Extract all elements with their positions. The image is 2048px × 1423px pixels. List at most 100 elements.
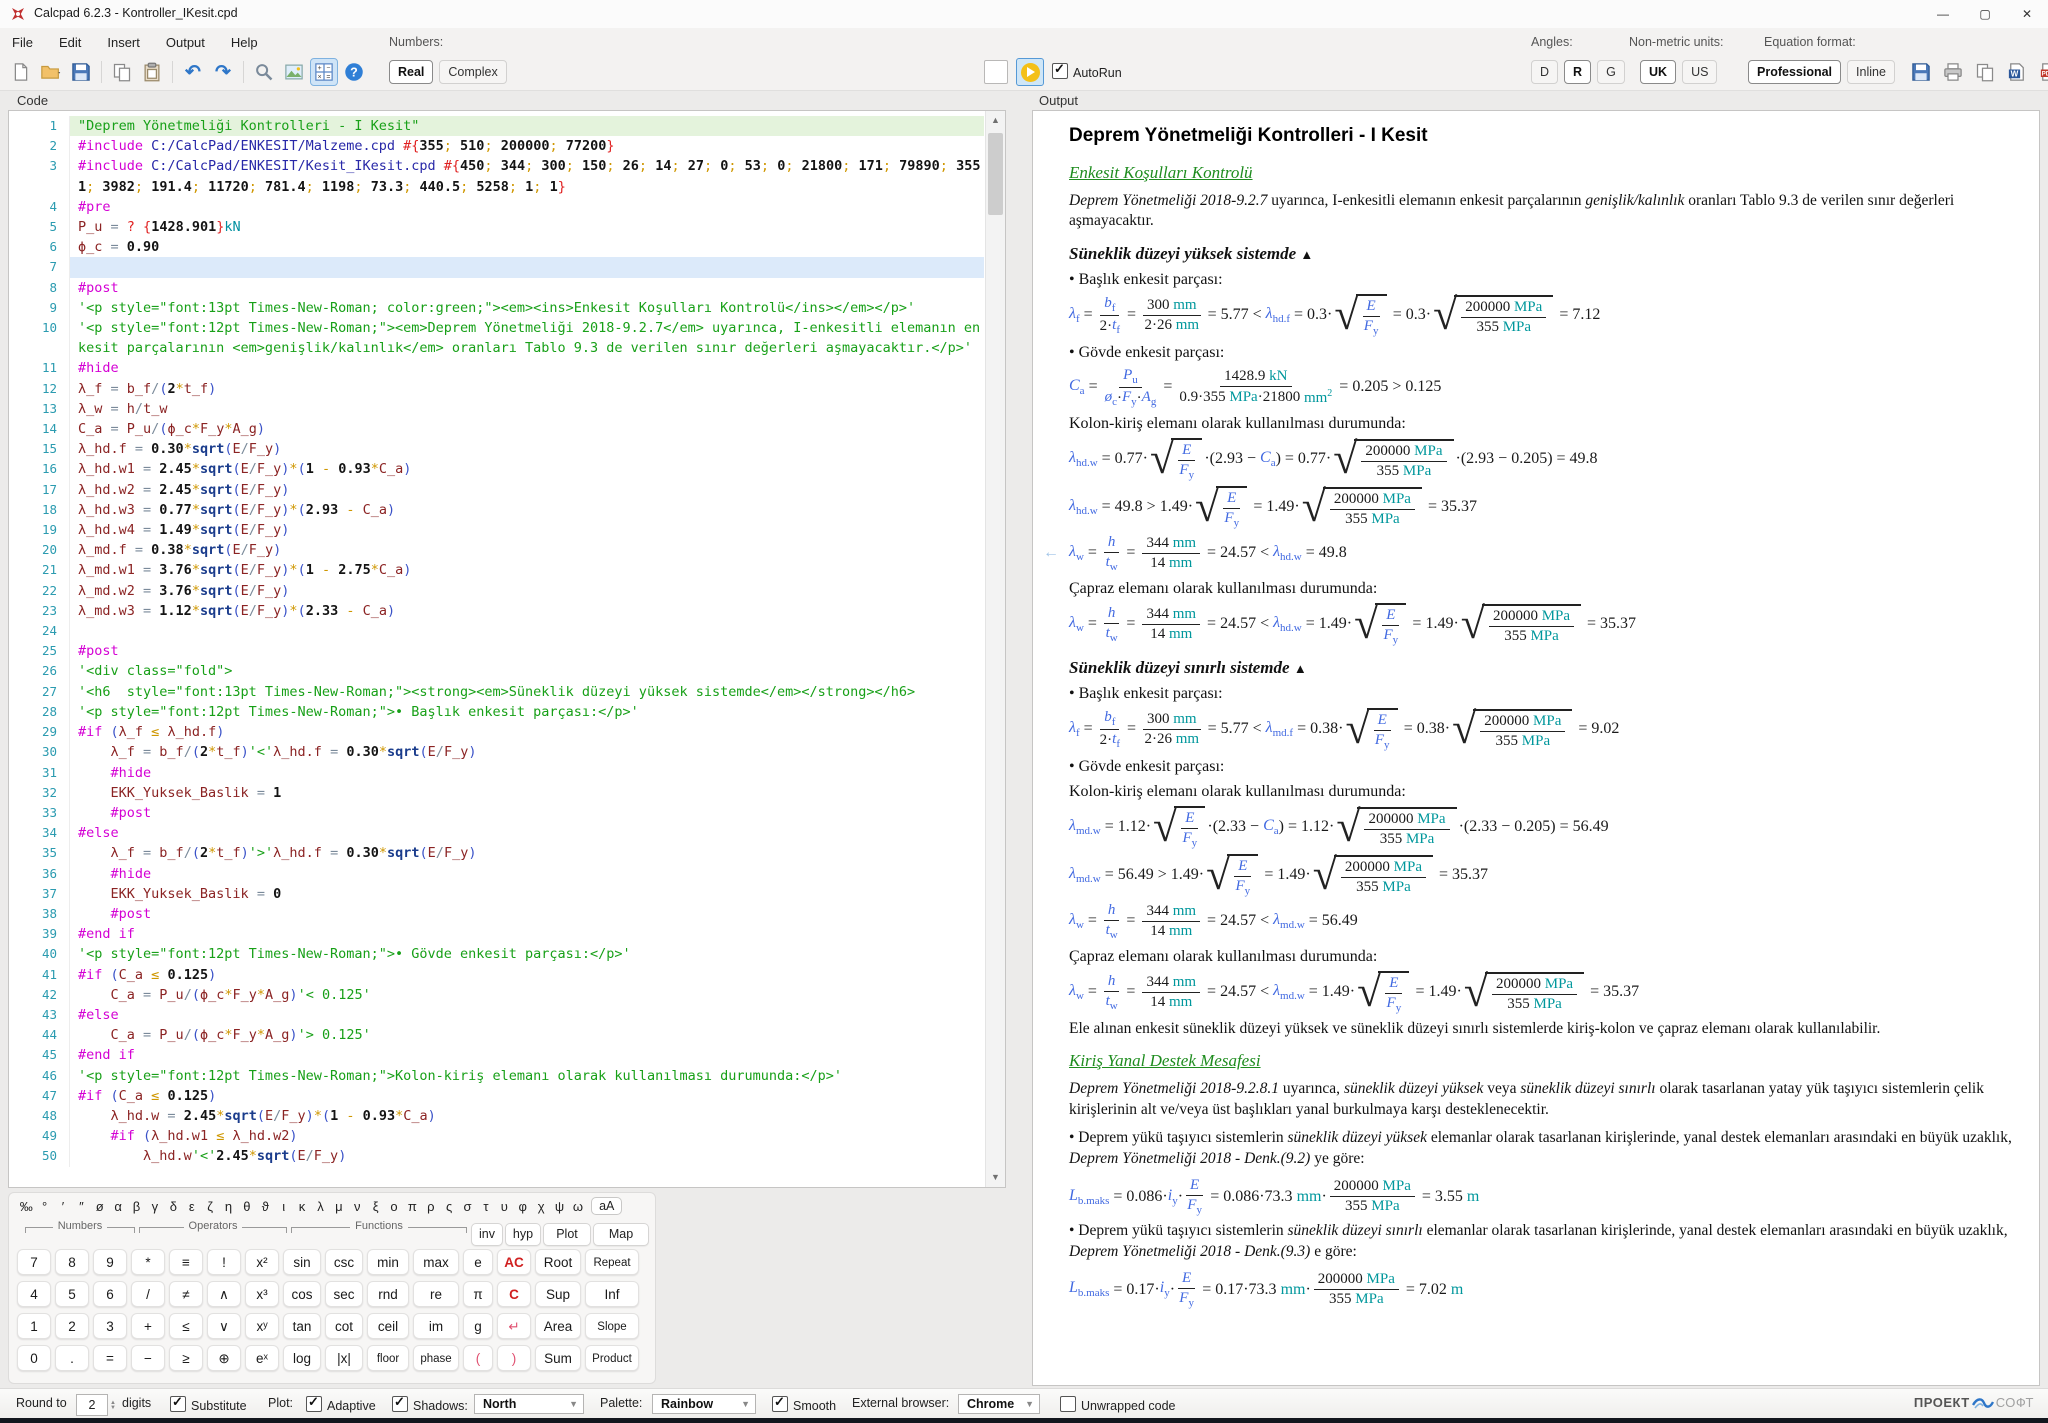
scroll-up-icon[interactable]: ▲ [986,111,1005,130]
export-word-icon[interactable]: W [2004,59,2030,85]
key-)[interactable]: ) [497,1345,531,1371]
key-|x|[interactable]: |x| [325,1345,363,1371]
code-line[interactable]: 16λ_hd.w1 = 2.45*sqrt(E/F_y)*(1 - 0.93*C… [9,459,984,479]
code-line[interactable]: 35 λ_f = b_f/(2*t_f)'>'λ_hd.f = 0.30*sqr… [9,843,984,863]
key-Area[interactable]: Area [535,1313,581,1339]
key-im[interactable]: im [413,1313,459,1339]
code-line[interactable]: 37 EKK_Yuksek_Baslik = 0 [9,884,984,904]
palette-dropdown[interactable]: Rainbow▼ [652,1394,756,1414]
editor-scrollbar[interactable]: ▲ ▼ [985,111,1005,1187]
undo-icon[interactable]: ↶ [180,59,206,85]
key-Product[interactable]: Product [585,1345,639,1371]
greek-key[interactable]: ζ [201,1199,219,1214]
code-line[interactable]: 34#else [9,823,984,843]
key-sec[interactable]: sec [325,1281,363,1307]
code-line[interactable]: 8#post [9,278,984,298]
greek-key[interactable]: ° [35,1199,53,1214]
key-=[interactable]: = [93,1345,127,1371]
help-icon[interactable]: ? [341,59,367,85]
complex-toggle[interactable]: Complex [439,60,506,84]
code-line[interactable]: 31 #hide [9,763,984,783]
new-file-icon[interactable] [8,59,34,85]
key-cot[interactable]: cot [325,1313,363,1339]
key-0[interactable]: 0 [17,1345,51,1371]
code-line[interactable]: 38 #post [9,904,984,924]
code-line[interactable]: 29#if (λ_f ≤ λ_hd.f) [9,722,984,742]
greek-key[interactable]: ν [348,1199,366,1214]
key-ceil[interactable]: ceil [367,1313,409,1339]
key-↵[interactable]: ↵ [497,1313,531,1339]
key-inv[interactable]: inv [471,1223,503,1246]
menu-insert[interactable]: Insert [107,35,140,50]
export-pdf-icon[interactable]: PDF [2036,59,2048,85]
close-button[interactable]: ✕ [2006,0,2048,28]
adaptive-checkbox[interactable]: Adaptive [306,1396,376,1413]
code-line[interactable]: 44 C_a = P_u/(ϕ_c*F_y*A_g)'> 0.125' [9,1025,984,1045]
real-toggle[interactable]: Real [389,60,433,84]
code-line[interactable]: 32 EKK_Yuksek_Baslik = 1 [9,783,984,803]
code-line[interactable]: 13λ_w = h/t_w [9,399,984,419]
spinner-arrows-icon[interactable]: ▲▼ [110,1401,116,1411]
code-line[interactable]: 46'<p style="font:12pt Times-New-Roman;"… [9,1066,984,1086]
greek-key[interactable]: φ [514,1199,532,1214]
key-cos[interactable]: cos [283,1281,321,1307]
code-line[interactable]: 43#else [9,1005,984,1025]
angle-r[interactable]: R [1564,60,1591,84]
code-line[interactable]: 4#pre [9,197,984,217]
key-≡[interactable]: ≡ [169,1249,203,1275]
substitute-checkbox[interactable]: Substitute [170,1396,247,1413]
code-line[interactable]: 6ϕ_c = 0.90 [9,237,984,257]
key-2[interactable]: 2 [55,1313,89,1339]
key-≥[interactable]: ≥ [169,1345,203,1371]
key-Sup[interactable]: Sup [535,1281,581,1307]
greek-key[interactable]: η [219,1199,237,1214]
greek-key[interactable]: υ [495,1199,513,1214]
key-5[interactable]: 5 [55,1281,89,1307]
key-([interactable]: ( [463,1345,493,1371]
key-−[interactable]: − [131,1345,165,1371]
greek-key[interactable]: δ [164,1199,182,1214]
code-line[interactable]: 26'<div class="fold"> [9,661,984,681]
code-line[interactable]: 39#end if [9,924,984,944]
greek-key[interactable]: β [127,1199,145,1214]
key-floor[interactable]: floor [367,1345,409,1371]
key-max[interactable]: max [413,1249,459,1275]
key-re[interactable]: re [413,1281,459,1307]
key-9[interactable]: 9 [93,1249,127,1275]
key-Root[interactable]: Root [535,1249,581,1275]
greek-key[interactable]: ϑ [256,1199,274,1214]
units-uk[interactable]: UK [1640,60,1676,84]
code-line[interactable]: 1"Deprem Yönetmeliği Kontrolleri - I Kes… [9,116,984,136]
key-phase[interactable]: phase [413,1345,459,1371]
key-tan[interactable]: tan [283,1313,321,1339]
output-section-link[interactable]: Enkesit Koşulları Kontrolü [1069,163,2021,183]
round-to-spinner[interactable]: 2▲▼ [76,1394,116,1416]
key-sin[interactable]: sin [283,1249,321,1275]
code-line[interactable]: 33 #post [9,803,984,823]
greek-key[interactable]: ξ [366,1199,384,1214]
code-line[interactable]: 40'<p style="font:12pt Times-New-Roman;"… [9,944,984,964]
autorun-checkbox[interactable]: AutoRun [1052,63,1122,82]
menu-help[interactable]: Help [231,35,258,50]
menu-file[interactable]: File [12,35,33,50]
run-button[interactable] [1016,58,1044,86]
code-line[interactable]: 41#if (C_a ≤ 0.125) [9,965,984,985]
key-7[interactable]: 7 [17,1249,51,1275]
greek-key[interactable]: ø [91,1199,109,1214]
key-≤[interactable]: ≤ [169,1313,203,1339]
scrollbar-thumb[interactable] [988,133,1003,215]
greek-key[interactable]: γ [146,1199,164,1214]
code-line[interactable]: 11#hide [9,358,984,378]
browser-dropdown[interactable]: Chrome▼ [958,1394,1040,1414]
key-plot[interactable]: Plot [543,1223,591,1246]
paste-icon[interactable] [139,59,165,85]
key-.[interactable]: . [55,1345,89,1371]
greek-key[interactable]: λ [311,1199,329,1214]
code-line[interactable]: 22λ_md.w2 = 3.76*sqrt(E/F_y) [9,581,984,601]
code-editor[interactable]: 1"Deprem Yönetmeliği Kontrolleri - I Kes… [8,110,1006,1188]
greek-key[interactable]: ε [183,1199,201,1214]
key-eˣ[interactable]: eˣ [245,1345,279,1371]
key-Repeat[interactable]: Repeat [585,1249,639,1275]
unwrapped-code-checkbox[interactable]: Unwrapped code [1060,1396,1176,1413]
greek-key[interactable]: ′ [54,1199,72,1214]
